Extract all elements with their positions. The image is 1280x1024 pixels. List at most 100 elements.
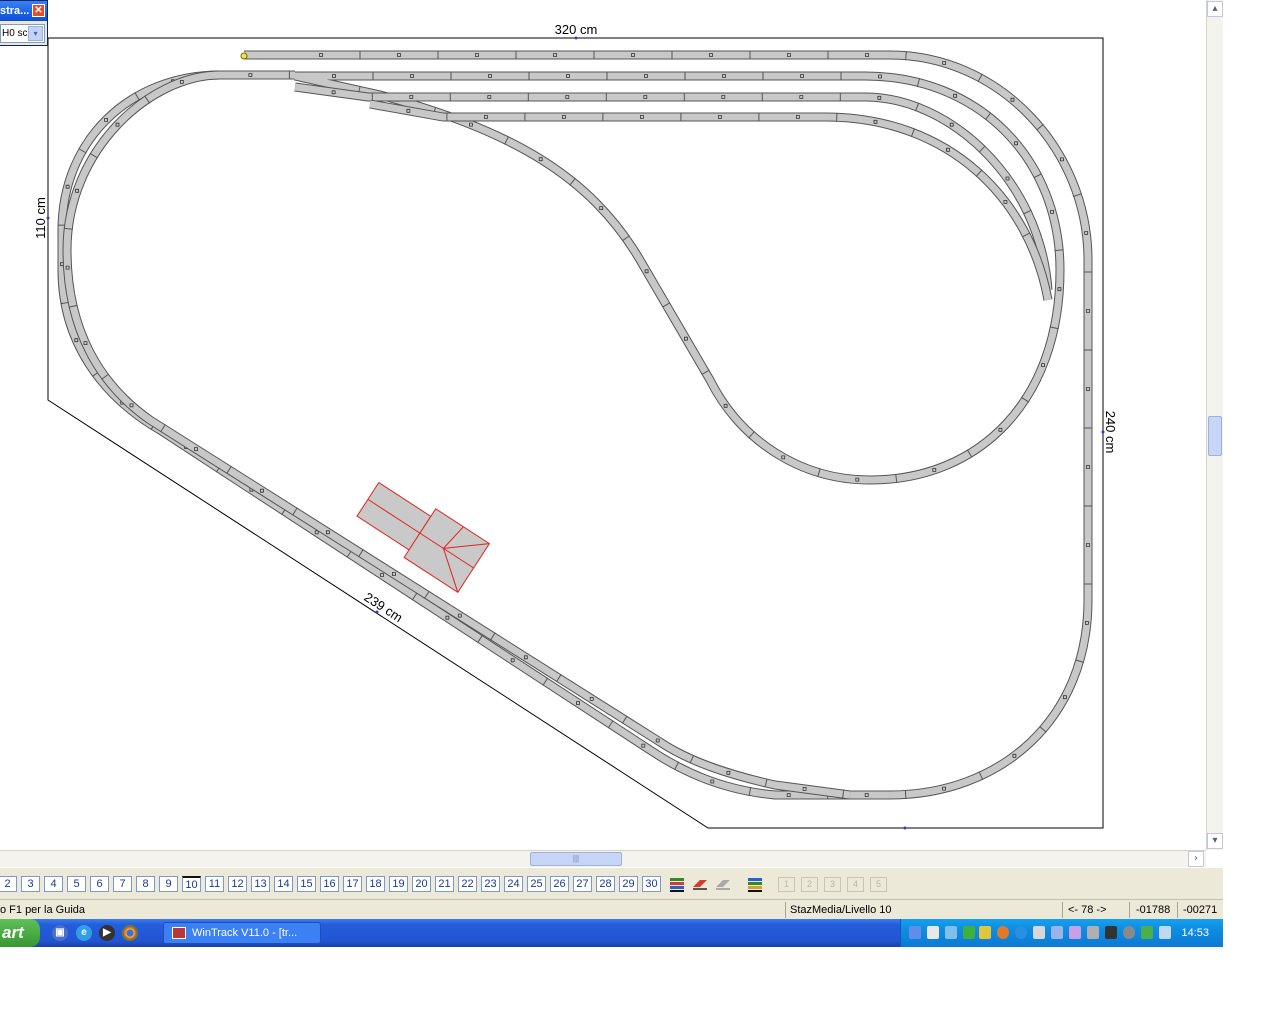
disabled-level-2[interactable]: 2 (801, 877, 818, 892)
level-button-20[interactable]: 20 (412, 876, 431, 892)
status-coord-x: -01788 (1136, 904, 1171, 916)
status-divider (785, 902, 786, 918)
level-button-26[interactable]: 26 (550, 876, 569, 892)
disabled-level-4[interactable]: 4 (847, 877, 864, 892)
level-button-16[interactable]: 16 (320, 876, 339, 892)
wintrack-icon (172, 927, 186, 939)
network-icon[interactable] (909, 926, 921, 939)
level-button-2[interactable]: 2 (0, 876, 17, 892)
update-icon[interactable] (1015, 926, 1027, 939)
system-tray: 14:53 (900, 919, 1223, 947)
level-button-22[interactable]: 22 (458, 876, 477, 892)
status-layer: StazMedia/Livello 10 (790, 904, 892, 916)
bluetooth-icon[interactable] (1051, 926, 1063, 939)
disabled-level-1[interactable]: 1 (778, 877, 795, 892)
dimension-right: 240 cm (1103, 411, 1118, 454)
dimension-anchor (903, 826, 907, 830)
track-edge (62, 70, 851, 800)
chrome-icon[interactable] (122, 925, 138, 941)
level-button-7[interactable]: 7 (113, 876, 132, 892)
level-button-4[interactable]: 4 (44, 876, 63, 892)
track-piece[interactable] (63, 71, 851, 799)
status-divider (1177, 902, 1178, 918)
status-divider (1129, 902, 1130, 918)
track-piece[interactable] (369, 100, 1052, 301)
station-building[interactable] (352, 475, 491, 593)
vertical-scroll-thumb[interactable] (1208, 416, 1222, 456)
antivirus-icon[interactable] (1141, 926, 1153, 939)
printer-icon[interactable] (945, 926, 957, 939)
volume-icon[interactable] (1033, 926, 1045, 939)
horizontal-scrollbar[interactable]: ||| › (0, 850, 1206, 867)
scroll-up-button[interactable]: ▴ (1207, 1, 1223, 17)
level-button-9[interactable]: 9 (159, 876, 178, 892)
track-joint (904, 789, 907, 800)
level-button-24[interactable]: 24 (504, 876, 523, 892)
start-button[interactable]: art (0, 919, 40, 947)
disk-icon[interactable] (1123, 926, 1135, 939)
level-button-14[interactable]: 14 (274, 876, 293, 892)
usb-icon[interactable] (1069, 926, 1081, 939)
level-button-8[interactable]: 8 (136, 876, 155, 892)
close-icon[interactable]: ✕ (32, 4, 45, 17)
status-zoom: <- 78 -> (1068, 904, 1107, 916)
status-coord-y: -00271 (1183, 904, 1218, 916)
disabled-level-5[interactable]: 5 (870, 877, 887, 892)
level-button-30[interactable]: 30 (642, 876, 661, 892)
level-button-23[interactable]: 23 (481, 876, 500, 892)
track-piece[interactable] (294, 72, 1064, 484)
level-button-17[interactable]: 17 (343, 876, 362, 892)
level-button-15[interactable]: 15 (297, 876, 316, 892)
phone-icon[interactable] (1159, 926, 1171, 939)
level-button-10[interactable]: 10 (182, 876, 201, 892)
dimension-top: 320 cm (555, 22, 598, 37)
ie-icon[interactable]: e (76, 925, 92, 941)
horizontal-scroll-thumb[interactable]: ||| (530, 852, 622, 866)
layers-stack-icon[interactable] (667, 875, 687, 893)
track-plan[interactable]: 320 cm 110 cm 240 cm 239 cm (0, 0, 1206, 850)
level-toolbar: 2 3 4 5 6 7 8 9 10 11 12 13 14 15 16 17 18 19 20 21 22 23 24 25… (0, 867, 1223, 899)
level-button-19[interactable]: 19 (389, 876, 408, 892)
layer-red-icon[interactable] (690, 875, 710, 893)
level-button-29[interactable]: 29 (619, 876, 638, 892)
signal-icon[interactable] (963, 926, 975, 939)
scroll-down-button[interactable]: ▾ (1207, 833, 1223, 849)
level-button-6[interactable]: 6 (90, 876, 109, 892)
layer-manager-icon[interactable] (745, 875, 765, 893)
scroll-right-button[interactable]: › (1188, 851, 1204, 867)
layer-gray-icon[interactable] (713, 875, 733, 893)
mixer-icon[interactable] (1087, 926, 1099, 939)
tracks[interactable] (57, 50, 1093, 800)
desktop-icon[interactable]: ▣ (52, 925, 68, 941)
status-divider (1062, 902, 1063, 918)
media-player-icon[interactable]: ▶ (99, 925, 115, 941)
track-edge (369, 99, 1053, 301)
app-tray-icon[interactable] (927, 926, 939, 939)
disabled-level-3[interactable]: 3 (824, 877, 841, 892)
vertical-scrollbar[interactable]: ▴ ▾ (1206, 0, 1223, 850)
taskbar-item-label: WinTrack V11.0 - [tr... (192, 927, 298, 939)
drawing-canvas[interactable]: 320 cm 110 cm 240 cm 239 cm (0, 0, 1206, 850)
level-button-18[interactable]: 18 (366, 876, 385, 892)
level-button-11[interactable]: 11 (205, 876, 224, 892)
taskbar-item-wintrack[interactable]: WinTrack V11.0 - [tr... (163, 922, 321, 944)
floating-tool-window[interactable]: stra... ✕ H0 sc ▾ (0, 0, 48, 46)
status-hint: o F1 per la Guida (0, 904, 85, 916)
level-button-13[interactable]: 13 (251, 876, 270, 892)
scale-select[interactable]: H0 sc ▾ (0, 24, 45, 43)
chevron-down-icon[interactable]: ▾ (28, 26, 43, 41)
status-bar: o F1 per la Guida StazMedia/Livello 10 <… (0, 899, 1223, 919)
level-button-3[interactable]: 3 (21, 876, 40, 892)
security-icon[interactable] (997, 926, 1009, 939)
level-button-12[interactable]: 12 (228, 876, 247, 892)
level-button-21[interactable]: 21 (435, 876, 454, 892)
scale-select-value: H0 sc (2, 28, 28, 39)
buffer-stop-marker[interactable] (240, 52, 248, 60)
level-button-28[interactable]: 28 (596, 876, 615, 892)
level-button-25[interactable]: 25 (527, 876, 546, 892)
dimension-left: 110 cm (33, 197, 48, 239)
monitor-icon[interactable] (1105, 926, 1117, 939)
folder-icon[interactable] (979, 926, 991, 939)
level-button-5[interactable]: 5 (67, 876, 86, 892)
level-button-27[interactable]: 27 (573, 876, 592, 892)
